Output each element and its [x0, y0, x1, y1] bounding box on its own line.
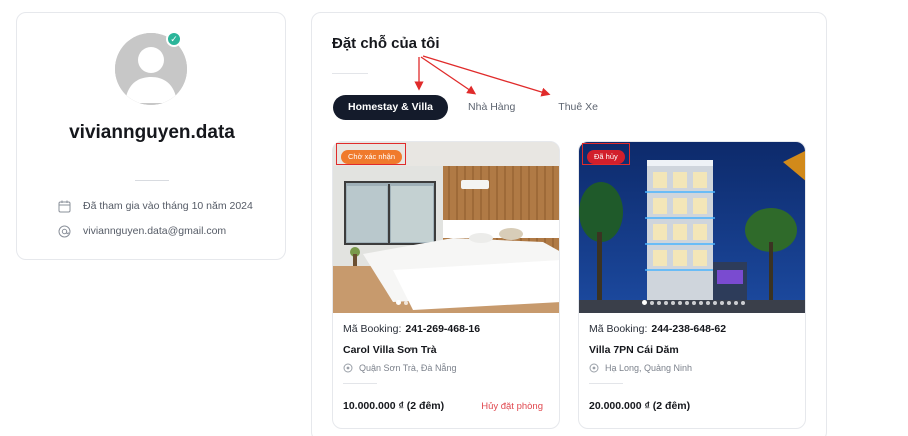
price: 10.000.000 ₫ (2 đêm): [343, 400, 445, 412]
email-text: viviannguyen.data@gmail.com: [83, 225, 227, 237]
bookings-panel: Đặt chỗ của tôi Homestay & Villa Nhà Hàn…: [311, 12, 827, 436]
booking-card[interactable]: Đã hủy Mã Booking: 244-238-648-62 Villa 7…: [578, 141, 806, 429]
username: viviannguyen.data: [69, 122, 235, 143]
location: Quận Sơn Trà, Đà Nẵng: [343, 363, 456, 373]
verified-check-icon: ✓: [166, 31, 182, 47]
tab-restaurant[interactable]: Nhà Hàng: [453, 95, 530, 120]
profile-card: ✓ viviannguyen.data Đã tham gia vào thán…: [16, 12, 286, 260]
property-photo[interactable]: Chờ xác nhận: [333, 142, 559, 313]
email-row: viviannguyen.data@gmail.com: [57, 224, 226, 238]
price: 20.000.000 ₫ (2 đêm): [589, 400, 691, 412]
joined-date-text: Đã tham gia vào tháng 10 năm 2024: [83, 200, 253, 212]
card-divider: [343, 383, 377, 384]
tab-homestay-villa[interactable]: Homestay & Villa: [333, 95, 449, 120]
property-name[interactable]: Villa 7PN Cái Dăm: [589, 344, 679, 356]
tab-car-rental[interactable]: Thuê Xe: [543, 95, 613, 120]
calendar-icon: [57, 199, 71, 213]
booking-code: Mã Booking: 244-238-648-62: [589, 323, 727, 335]
booking-card[interactable]: Chờ xác nhận Mã Booking: 241-269-468-16 C…: [332, 141, 560, 429]
highlight-box: [336, 143, 406, 165]
page-title: Đặt chỗ của tôi: [332, 35, 440, 52]
at-sign-icon: [57, 224, 71, 238]
booking-code: Mã Booking: 241-269-468-16: [343, 323, 481, 335]
photo-carousel-dots[interactable]: [333, 300, 559, 305]
property-name[interactable]: Carol Villa Sơn Trà: [343, 344, 437, 356]
card-divider: [589, 383, 623, 384]
profile-divider: [135, 180, 169, 181]
photo-carousel-dots[interactable]: [579, 300, 805, 305]
booking-tabs: Homestay & Villa Nhà Hàng Thuê Xe: [333, 95, 616, 120]
property-photo[interactable]: Đã hủy: [579, 142, 805, 313]
cancel-booking-link[interactable]: Hủy đặt phòng: [481, 401, 543, 412]
title-divider: [332, 73, 368, 74]
location: Hạ Long, Quảng Ninh: [589, 363, 692, 373]
highlight-box: [582, 143, 630, 165]
location-pin-icon: [343, 363, 353, 373]
location-pin-icon: [589, 363, 599, 373]
joined-date-row: Đã tham gia vào tháng 10 năm 2024: [57, 199, 253, 213]
